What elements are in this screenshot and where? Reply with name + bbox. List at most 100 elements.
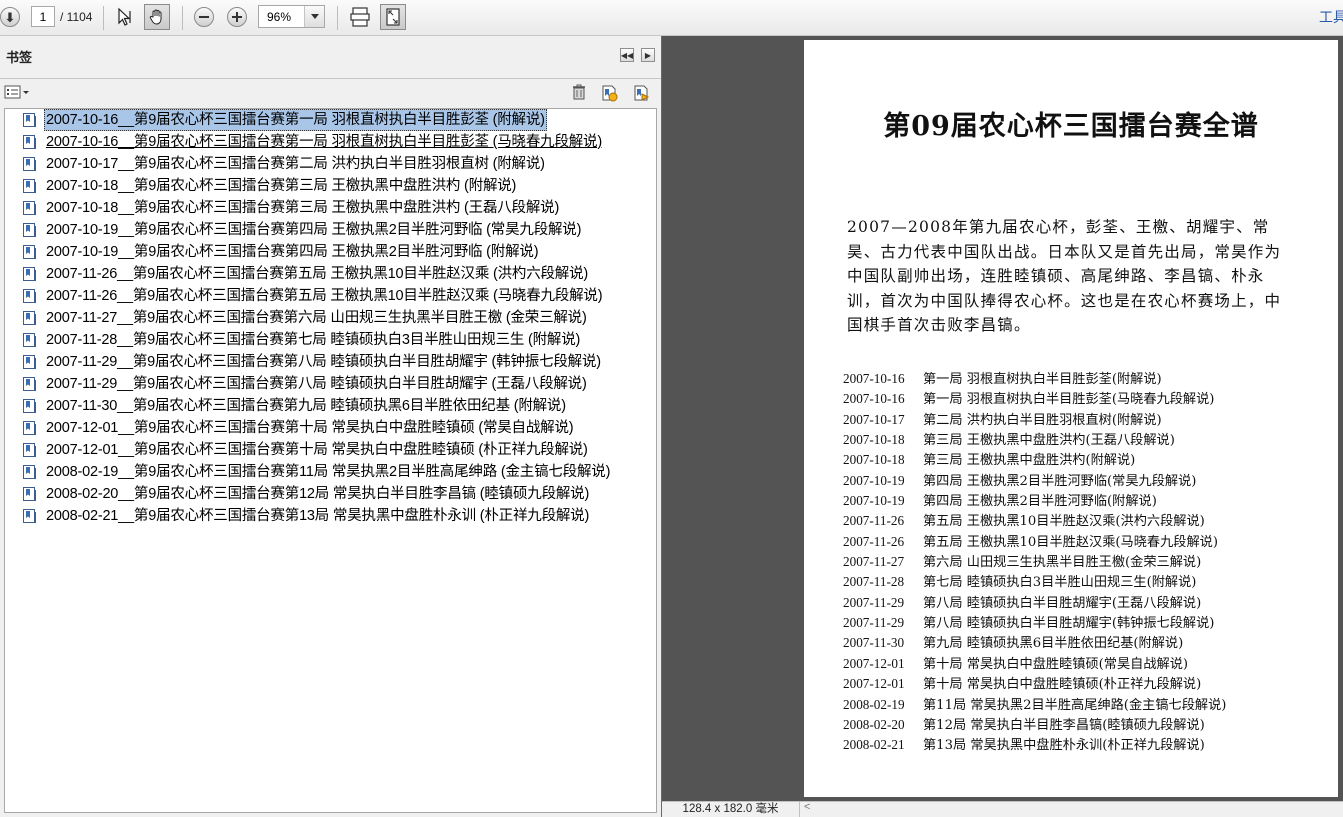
zoom-input[interactable] <box>259 6 305 27</box>
game-line: 2007-11-29 第八局 睦镇硕执白半目胜胡耀宇(韩钟振七段解说) <box>843 613 1333 633</box>
scroll-left-icon[interactable]: < <box>804 801 810 813</box>
bookmark-item[interactable]: 2007-11-29__第9届农心杯三国擂台赛第八局 睦镇硕执白半目胜胡耀宇 (… <box>5 351 656 373</box>
bookmark-item[interactable]: 2007-12-01__第9届农心杯三国擂台赛第十局 常昊执白中盘胜睦镇硕 (朴… <box>5 439 656 461</box>
game-text: 第四局 王檄执黑2目半胜河野临(附解说) <box>923 494 1157 510</box>
bookmark-item[interactable]: 2007-10-18__第9届农心杯三国擂台赛第三局 王檄执黑中盘胜洪杓 (王磊… <box>5 197 656 219</box>
game-date: 2007-10-19 <box>843 493 905 509</box>
zoom-in-button[interactable] <box>227 7 247 27</box>
game-text: 第三局 王檄执黑中盘胜洪杓(附解说) <box>923 453 1136 469</box>
collapse-panel-button[interactable]: ◀◀ <box>620 48 634 62</box>
bookmark-item[interactable]: 2007-10-18__第9届农心杯三国擂台赛第三局 王檄执黑中盘胜洪杓 (附解… <box>5 175 656 197</box>
next-page-button[interactable]: ⬇ <box>0 7 20 27</box>
trash-icon <box>573 84 585 100</box>
bookmark-icon <box>23 157 36 171</box>
game-date: 2007-12-01 <box>843 655 905 671</box>
game-line: 2008-02-21 第13局 常昊执黑中盘胜朴永训(朴正祥九段解说) <box>843 735 1333 755</box>
game-date: 2007-11-26 <box>843 533 905 549</box>
bookmark-icon <box>23 509 36 523</box>
game-line: 2007-12-01 第十局 常昊执白中盘胜睦镇硕(常昊自战解说) <box>843 654 1333 674</box>
game-line: 2007-10-18 第三局 王檄执黑中盘胜洪杓(附解说) <box>843 450 1333 470</box>
game-date: 2007-11-27 <box>843 554 905 570</box>
game-line: 2007-10-16 第一局 羽根直树执白半目胜彭荃(附解说) <box>843 369 1333 389</box>
game-text: 第八局 睦镇硕执白半目胜胡耀宇(王磊八段解说) <box>923 595 1202 611</box>
select-tool-button[interactable] <box>114 6 136 28</box>
game-date: 2007-10-16 <box>843 391 905 407</box>
bookmark-item[interactable]: 2008-02-19__第9届农心杯三国擂台赛第11局 常昊执黑2目半胜高尾绅路… <box>5 461 656 483</box>
bookmark-label: 2007-10-19__第9届农心杯三国擂台赛第四局 王檄执黑2目半胜河野临 (… <box>46 244 539 260</box>
bookmark-label: 2007-10-16__第9届农心杯三国擂台赛第一局 羽根直树执白半目胜彭荃 (… <box>44 109 547 131</box>
pdf-page: 第09届农心杯三国擂台赛全谱 2007—2008年第九届农心杯，彭荃、王檄、胡耀… <box>804 40 1338 797</box>
bookmark-label: 2007-10-18__第9届农心杯三国擂台赛第三局 王檄执黑中盘胜洪杓 (王磊… <box>46 200 560 216</box>
bookmark-label: 2007-11-30__第9届农心杯三国擂台赛第九局 睦镇硕执黑6目半胜依田纪基… <box>46 398 566 414</box>
arrow-down-icon: ⬇ <box>4 9 16 25</box>
game-text: 第八局 睦镇硕执白半目胜胡耀宇(韩钟振七段解说) <box>923 616 1215 632</box>
zoom-select[interactable] <box>258 5 325 28</box>
bookmark-item[interactable]: 2007-11-29__第9届农心杯三国擂台赛第八局 睦镇硕执白半目胜胡耀宇 (… <box>5 373 656 395</box>
game-text: 第13局 常昊执黑中盘胜朴永训(朴正祥九段解说) <box>923 738 1205 754</box>
bookmark-icon <box>23 245 36 259</box>
game-line: 2007-10-19 第四局 王檄执黑2目半胜河野临(常昊九段解说) <box>843 471 1333 491</box>
game-text: 第九局 睦镇硕执黑6目半胜依田纪基(附解说) <box>923 636 1184 652</box>
bookmark-item[interactable]: 2007-10-17__第9届农心杯三国擂台赛第二局 洪杓执白半目胜羽根直树 (… <box>5 153 656 175</box>
right-arrow-icon: ▶ <box>644 50 652 60</box>
bookmark-item[interactable]: 2007-10-19__第9届农心杯三国擂台赛第四局 王檄执黑2目半胜河野临 (… <box>5 241 656 263</box>
game-text: 第11局 常昊执黑2目半胜高尾绅路(金主镐七段解说) <box>923 697 1227 713</box>
bookmark-item[interactable]: 2007-11-30__第9届农心杯三国擂台赛第九局 睦镇硕执黑6目半胜依田纪基… <box>5 395 656 417</box>
expand-bookmark-button[interactable] <box>632 84 650 101</box>
bookmark-go-icon <box>634 85 650 101</box>
fit-page-icon <box>350 7 370 27</box>
bookmarks-list: 2007-10-16__第9届农心杯三国擂台赛第一局 羽根直树执白半目胜彭荃 (… <box>4 108 657 813</box>
bookmark-label: 2007-10-18__第9届农心杯三国擂台赛第三局 王檄执黑中盘胜洪杓 (附解… <box>46 178 517 194</box>
bookmark-label: 2007-10-19__第9届农心杯三国擂台赛第四局 王檄执黑2目半胜河野临 (… <box>46 222 582 238</box>
bookmark-icon <box>23 201 36 215</box>
game-date: 2007-10-18 <box>843 452 905 468</box>
bookmark-item[interactable]: 2007-12-01__第9届农心杯三国擂台赛第十局 常昊执白中盘胜睦镇硕 (常… <box>5 417 656 439</box>
game-text: 第二局 洪杓执白半目胜羽根直树(附解说) <box>923 412 1162 428</box>
bookmark-icon <box>23 421 36 435</box>
fit-page-button[interactable] <box>348 5 372 29</box>
game-text: 第五局 王檄执黑10目半胜赵汉乘(洪杓六段解说) <box>923 514 1205 530</box>
bookmark-label: 2007-11-27__第9届农心杯三国擂台赛第六局 山田规三生执黑半目胜王檄 … <box>46 310 587 326</box>
bookmark-item[interactable]: 2008-02-21__第9届农心杯三国擂台赛第13局 常昊执黑中盘胜朴永训 (… <box>5 505 656 527</box>
bookmark-item[interactable]: 2007-11-28__第9届农心杯三国擂台赛第七局 睦镇硕执白3目半胜山田规三… <box>5 329 656 351</box>
bookmark-item[interactable]: 2007-11-27__第9届农心杯三国擂台赛第六局 山田规三生执黑半目胜王檄 … <box>5 307 656 329</box>
double-left-arrow-icon: ◀◀ <box>620 50 634 60</box>
document-title: 第09届农心杯三国擂台赛全谱 <box>883 111 1259 142</box>
zoom-out-button[interactable] <box>194 7 214 27</box>
game-text: 第12局 常昊执白半目胜李昌镐(睦镇硕九段解说) <box>923 717 1205 733</box>
tools-menu-link[interactable]: 工具 <box>1319 7 1343 27</box>
game-date: 2007-11-26 <box>843 513 905 529</box>
game-date: 2007-11-29 <box>843 615 905 631</box>
expand-panel-button[interactable]: ▶ <box>641 48 655 62</box>
bookmark-icon <box>23 487 36 501</box>
game-text: 第十局 常昊执白中盘胜睦镇硕(常昊自战解说) <box>923 656 1189 672</box>
bookmark-item[interactable]: 2007-10-16__第9届农心杯三国擂台赛第一局 羽根直树执白半目胜彭荃 (… <box>5 131 656 153</box>
bookmark-label: 2007-12-01__第9届农心杯三国擂台赛第十局 常昊执白中盘胜睦镇硕 (常… <box>46 420 574 436</box>
bookmark-icon <box>23 311 36 325</box>
status-bar: 128.4 x 182.0 毫米 < <box>662 801 1343 817</box>
bookmark-item[interactable]: 2007-11-26__第9届农心杯三国擂台赛第五局 王檄执黑10目半胜赵汉乘 … <box>5 263 656 285</box>
bookmark-item[interactable]: 2007-10-19__第9届农心杯三国擂台赛第四局 王檄执黑2目半胜河野临 (… <box>5 219 656 241</box>
page-number-input[interactable] <box>31 6 55 27</box>
games-list: 2007-10-16 第一局 羽根直树执白半目胜彭荃(附解说) 2007-10-16… <box>843 369 1333 756</box>
game-line: 2008-02-20 第12局 常昊执白半目胜李昌镐(睦镇硕九段解说) <box>843 715 1333 735</box>
game-line: 2008-02-19 第11局 常昊执黑2目半胜高尾绅路(金主镐七段解说) <box>843 695 1333 715</box>
bookmark-item[interactable]: 2007-11-26__第9届农心杯三国擂台赛第五局 王檄执黑10目半胜赵汉乘 … <box>5 285 656 307</box>
zoom-dropdown-button[interactable] <box>304 6 324 27</box>
new-bookmark-button[interactable] <box>600 84 618 102</box>
bookmark-item[interactable]: 2007-10-16__第9届农心杯三国擂台赛第一局 羽根直树执白半目胜彭荃 (… <box>5 109 656 131</box>
bookmark-options-button[interactable] <box>4 84 30 100</box>
game-date: 2007-10-16 <box>843 371 905 386</box>
full-screen-button[interactable] <box>380 4 406 30</box>
toolbar-separator <box>103 6 104 30</box>
delete-bookmark-button[interactable] <box>571 84 587 100</box>
hand-tool-button[interactable] <box>144 4 170 30</box>
bookmark-item[interactable]: 2008-02-20__第9届农心杯三国擂台赛第12局 常昊执白半目胜李昌镐 (… <box>5 483 656 505</box>
panel-divider <box>0 78 661 79</box>
game-text: 第七局 睦镇硕执白3目半胜山田规三生(附解说) <box>923 575 1197 591</box>
game-date: 2007-10-17 <box>843 411 905 427</box>
bookmark-label: 2007-11-29__第9届农心杯三国擂台赛第八局 睦镇硕执白半目胜胡耀宇 (… <box>46 354 601 370</box>
bookmark-icon <box>23 223 36 237</box>
game-text: 第四局 王檄执黑2目半胜河野临(常昊九段解说) <box>923 473 1197 489</box>
bookmark-icon <box>23 465 36 479</box>
